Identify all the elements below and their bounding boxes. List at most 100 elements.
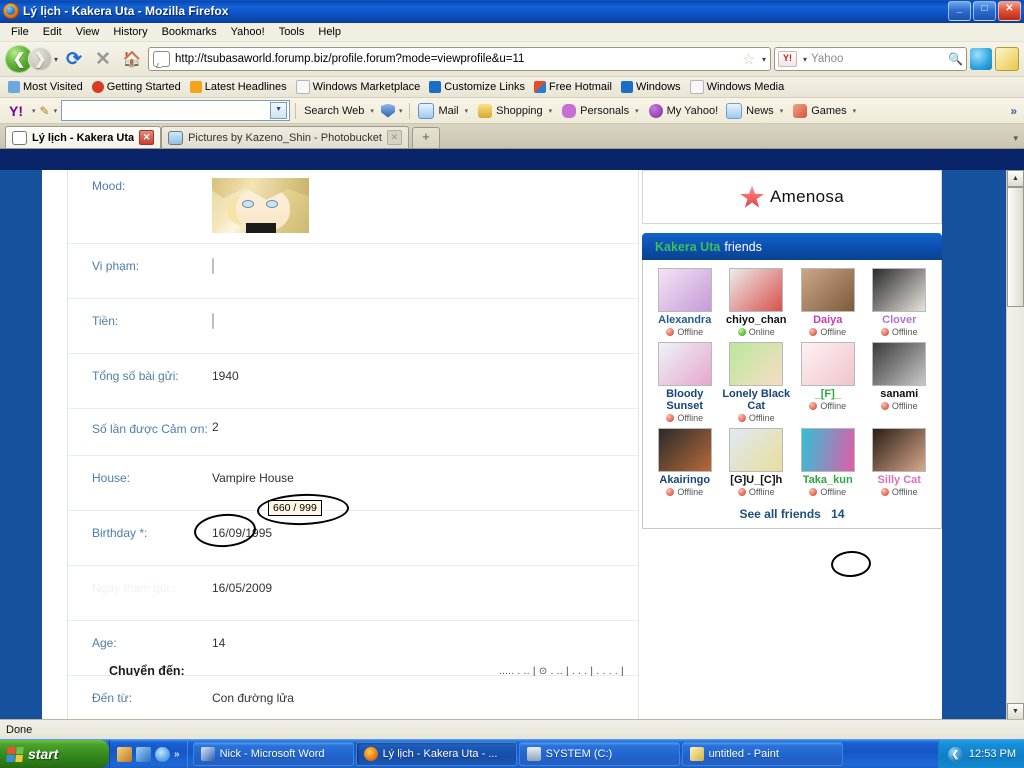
friend-item[interactable]: Akairingo Offline	[649, 428, 721, 497]
menu-item-help[interactable]: Help	[311, 24, 348, 40]
search-input[interactable]: Yahoo	[811, 53, 944, 65]
pencil-icon[interactable]: ✎	[40, 104, 50, 118]
chevron-down-icon[interactable]: ▾	[368, 107, 376, 115]
chevron-down-icon[interactable]: ▾	[547, 107, 555, 115]
friend-name[interactable]: Silly Cat	[878, 474, 921, 486]
taskbar-item-paint[interactable]: untitled - Paint	[681, 742, 843, 766]
friend-item[interactable]: Alexandra Offline	[649, 268, 721, 337]
tab-photobucket[interactable]: Pictures by Kazeno_Shin - Photobucket ✕	[161, 126, 409, 148]
friend-item[interactable]: Clover Offline	[864, 268, 936, 337]
stop-button[interactable]: ✕	[90, 46, 116, 72]
tab-list-dropdown-icon[interactable]: ▾	[1013, 133, 1024, 148]
friend-item[interactable]: _[F]_ Offline	[792, 342, 864, 423]
friend-name[interactable]: Taka_kun	[803, 474, 853, 486]
skype-icon[interactable]	[970, 48, 992, 70]
friend-name[interactable]: [G]U_[C]h	[730, 474, 782, 486]
quick-launch-overflow-icon[interactable]: »	[174, 749, 180, 760]
maximize-button[interactable]: □	[973, 1, 996, 21]
menu-item-history[interactable]: History	[106, 24, 154, 40]
friend-avatar[interactable]	[729, 428, 784, 472]
friend-avatar[interactable]	[800, 342, 855, 386]
menu-item-view[interactable]: View	[69, 24, 107, 40]
bookmark-getting-started[interactable]: Getting Started	[88, 80, 185, 94]
bookmark-star-icon[interactable]: ☆	[742, 51, 755, 68]
media-player-icon[interactable]	[117, 746, 132, 762]
minimize-button[interactable]: _	[948, 1, 971, 21]
friend-item[interactable]: chiyo_chan Online	[721, 268, 793, 337]
menu-item-file[interactable]: File	[4, 24, 36, 40]
shield-icon[interactable]	[380, 103, 395, 118]
friend-avatar[interactable]	[729, 268, 784, 312]
scroll-up-button[interactable]: ▲	[1007, 170, 1024, 187]
address-bar[interactable]: http://tsubasaworld.forump.biz/profile.f…	[148, 47, 771, 71]
friend-avatar[interactable]	[657, 342, 712, 386]
friend-name[interactable]: Akairingo	[659, 474, 710, 486]
tab-profile[interactable]: Lý lịch - Kakera Uta ✕	[5, 126, 162, 148]
tray-expand-icon[interactable]: ❮	[947, 746, 963, 762]
chevron-down-icon[interactable]: ▾	[851, 107, 859, 115]
menu-item-edit[interactable]: Edit	[36, 24, 69, 40]
friend-item[interactable]: Bloody Sunset Offline	[649, 342, 721, 423]
taskbar-item-word[interactable]: Nick - Microsoft Word	[192, 742, 354, 766]
menu-item-yahoo[interactable]: Yahoo!	[224, 24, 272, 40]
forward-button[interactable]: ❯	[28, 47, 52, 71]
search-magnifier-icon[interactable]: 🔍	[948, 52, 963, 66]
close-button[interactable]: ✕	[998, 1, 1021, 21]
friend-name[interactable]: _[F]_	[815, 388, 841, 400]
chevron-down-icon[interactable]: ▾	[633, 107, 641, 115]
friend-name[interactable]: Alexandra	[658, 314, 711, 326]
friend-name[interactable]: Daiya	[813, 314, 842, 326]
advertisement-banner[interactable]: Amenosa	[642, 170, 942, 224]
friend-item[interactable]: Taka_kun Offline	[792, 428, 864, 497]
yahoo-mail-button[interactable]: Mail ▾	[415, 102, 473, 119]
yahoo-games-button[interactable]: Games ▾	[790, 103, 861, 118]
friend-name[interactable]: Lonely Black Cat	[721, 388, 793, 412]
see-all-friends-link[interactable]: See all friends 14	[649, 502, 935, 521]
friend-avatar[interactable]	[872, 428, 927, 472]
yahoo-search-dropdown-icon[interactable]: ▼	[270, 102, 288, 119]
yahoo-shopping-button[interactable]: Shopping ▾	[475, 103, 557, 118]
bookmark-windows-media[interactable]: Windows Media	[686, 79, 789, 95]
windows-media-icon[interactable]	[136, 746, 151, 762]
friend-name[interactable]: Bloody Sunset	[649, 388, 721, 412]
page-scrollbar[interactable]: ▲ ▼	[1006, 170, 1024, 720]
internet-explorer-icon[interactable]	[155, 746, 170, 762]
bookmark-free-hotmail[interactable]: Free Hotmail	[530, 80, 616, 94]
reload-button[interactable]: ⟳	[61, 46, 87, 72]
scroll-down-button[interactable]: ▼	[1007, 703, 1024, 720]
friend-name[interactable]: sanami	[880, 388, 918, 400]
yahoo-personals-button[interactable]: Personals ▾	[559, 103, 643, 118]
tab-close-icon[interactable]: ✕	[386, 130, 402, 145]
pencil-dropdown-icon[interactable]: ▾	[52, 107, 60, 115]
friend-avatar[interactable]	[729, 342, 784, 386]
taskbar-item-firefox[interactable]: Lý lịch - Kakera Uta - ...	[355, 742, 517, 766]
chevron-down-icon[interactable]: ▾	[778, 107, 786, 115]
toolbar-overflow-icon[interactable]: »	[1010, 104, 1020, 118]
start-button[interactable]: start	[0, 740, 109, 768]
friend-name[interactable]: chiyo_chan	[726, 314, 787, 326]
new-tab-button[interactable]: +	[411, 127, 440, 148]
home-button[interactable]: 🏠	[119, 46, 145, 72]
friend-item[interactable]: sanami Offline	[864, 342, 936, 423]
taskbar-item-system-drive[interactable]: SYSTEM (C:)	[518, 742, 680, 766]
bookmark-latest-headlines[interactable]: Latest Headlines	[186, 80, 291, 94]
my-yahoo-button[interactable]: My Yahoo!	[646, 103, 722, 118]
menu-item-tools[interactable]: Tools	[272, 24, 312, 40]
url-dropdown-icon[interactable]: ▾	[762, 55, 766, 64]
highlighter-icon[interactable]	[995, 47, 1019, 71]
friend-item[interactable]: [G]U_[C]h Offline	[721, 428, 793, 497]
friend-avatar[interactable]	[872, 268, 927, 312]
search-bar[interactable]: Y! ▾ Yahoo 🔍	[774, 47, 967, 71]
history-dropdown-icon[interactable]: ▾	[54, 55, 58, 64]
shield-dropdown-icon[interactable]: ▾	[397, 107, 405, 115]
friend-avatar[interactable]	[657, 428, 712, 472]
yahoo-search-web-button[interactable]: Search Web ▾	[301, 105, 379, 117]
yahoo-logo-icon[interactable]: Y!	[4, 102, 28, 119]
friend-item[interactable]: Silly Cat Offline	[864, 428, 936, 497]
tab-close-icon[interactable]: ✕	[139, 130, 155, 145]
bookmark-most-visited[interactable]: Most Visited	[4, 80, 87, 94]
yahoo-logo-dropdown-icon[interactable]: ▾	[30, 107, 38, 115]
friend-avatar[interactable]	[657, 268, 712, 312]
friend-item[interactable]: Daiya Offline	[792, 268, 864, 337]
scrollbar-thumb[interactable]	[1007, 187, 1024, 307]
